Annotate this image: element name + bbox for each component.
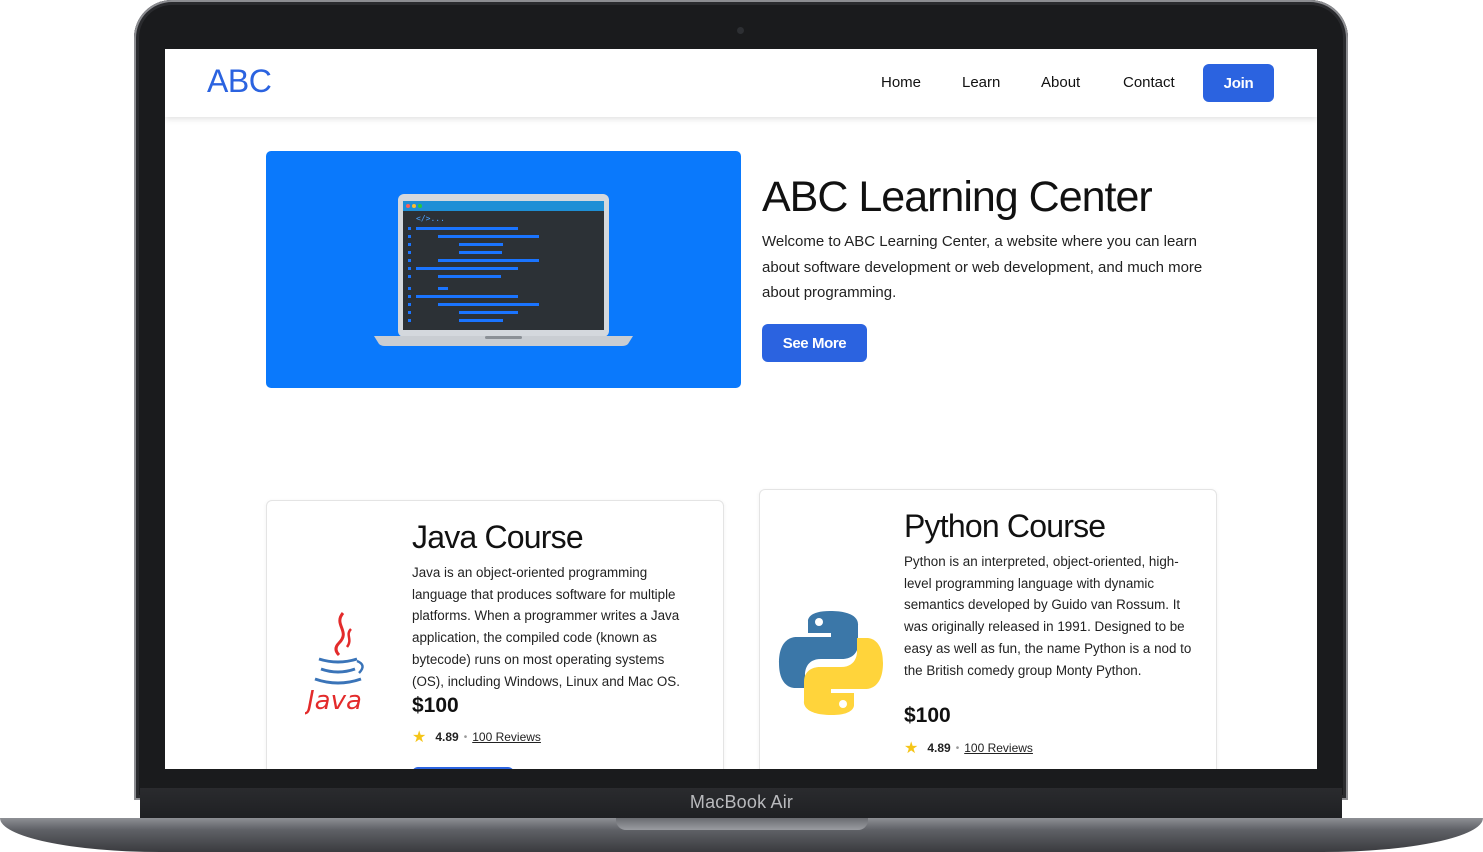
rating-value: 4.89 (435, 730, 459, 744)
brand-logo[interactable]: ABC (207, 63, 272, 100)
webcam-icon (737, 27, 744, 34)
star-icon: ★ (412, 729, 427, 746)
laptop-notch (616, 818, 868, 830)
hero-title: ABC Learning Center (762, 173, 1153, 221)
rating-row-java: ★ 4.89 • 100 Reviews (412, 727, 541, 747)
code-tag: </>... (416, 214, 445, 223)
hero-description: Welcome to ABC Learning Center, a websit… (762, 233, 1203, 301)
java-logo-icon: Java (305, 612, 364, 716)
course-title-java: Java Course (412, 519, 584, 555)
rating-row-python: ★ 4.89 • 100 Reviews (904, 738, 1033, 758)
reviews-link[interactable]: 100 Reviews (472, 730, 541, 744)
nav-link-contact[interactable]: Contact (1123, 74, 1175, 91)
separator-dot: • (463, 731, 468, 743)
nav-link-about[interactable]: About (1041, 74, 1080, 91)
python-logo-icon (779, 611, 883, 715)
separator-dot: • (955, 742, 960, 754)
course-card-java: Java Java Course Java is an object-orien… (266, 500, 724, 769)
course-card-python: Python Course Python is an interpreted, … (759, 489, 1217, 769)
course-price-python: $100 (904, 704, 951, 727)
course-title-python: Python Course (904, 508, 1106, 544)
course-desc-java: Java is an object-oriented programming l… (412, 565, 680, 689)
see-more-button[interactable]: See More (762, 324, 867, 362)
java-logo-text: Java (305, 686, 362, 716)
hero-image: </>... (266, 151, 741, 388)
star-icon: ★ (904, 740, 919, 757)
course-desc-python: Python is an interpreted, object-oriente… (904, 554, 1192, 678)
enroll-button-java[interactable] (412, 767, 514, 769)
reviews-link[interactable]: 100 Reviews (964, 741, 1033, 755)
nav-link-learn[interactable]: Learn (962, 74, 1000, 91)
course-price-java: $100 (412, 694, 459, 717)
laptop-screen: ABC Home Learn About Contact Join </>... (165, 49, 1317, 769)
navbar: ABC Home Learn About Contact Join (165, 49, 1317, 117)
rating-value: 4.89 (927, 741, 951, 755)
nav-link-home[interactable]: Home (881, 74, 921, 91)
device-label: MacBook Air (689, 792, 794, 812)
join-button[interactable]: Join (1203, 64, 1274, 102)
laptop-code-illustration: </>... (374, 194, 633, 346)
